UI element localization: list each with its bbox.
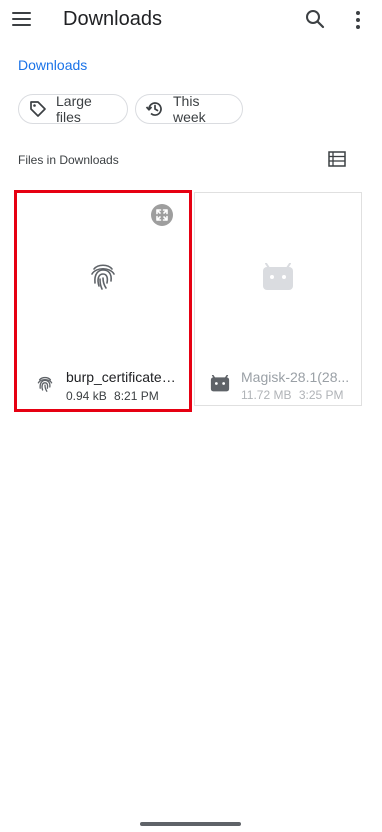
file-time: 8:21 PM (114, 389, 159, 403)
file-thumbnail (195, 193, 361, 363)
chip-this-week[interactable]: This week (135, 93, 243, 125)
fingerprint-icon (36, 375, 54, 393)
chip-label: Large files (56, 93, 92, 125)
file-size: 0.94 kB (66, 389, 107, 403)
file-thumbnail (17, 193, 189, 363)
chip-label: This week (173, 93, 206, 125)
file-card-magisk[interactable]: Magisk-28.1(28... 11.72 MB 3:25 PM (194, 192, 362, 406)
file-meta: 11.72 MB 3:25 PM (241, 388, 344, 402)
page-title: Downloads (63, 8, 162, 30)
file-name: Magisk-28.1(28... (241, 369, 350, 385)
breadcrumb[interactable]: Downloads (18, 57, 87, 73)
tag-icon (28, 99, 48, 119)
file-meta: 0.94 kB 8:21 PM (66, 389, 159, 403)
search-icon[interactable] (304, 8, 326, 30)
menu-icon[interactable] (11, 8, 33, 30)
top-app-bar: Downloads (0, 0, 382, 40)
section-label: Files in Downloads (18, 153, 119, 167)
history-icon (145, 99, 165, 119)
file-card-burp-certificate[interactable]: burp_certificate.... 0.94 kB 8:21 PM (14, 190, 192, 412)
file-name: burp_certificate.... (66, 369, 176, 385)
android-icon (210, 374, 230, 392)
android-icon (262, 262, 294, 291)
gesture-nav-handle[interactable] (140, 822, 241, 826)
list-view-icon[interactable] (328, 151, 346, 167)
file-size: 11.72 MB (241, 388, 292, 402)
chip-large-files[interactable]: Large files (18, 93, 128, 125)
fingerprint-icon (88, 261, 118, 291)
more-options-icon[interactable] (350, 9, 366, 31)
file-time: 3:25 PM (298, 388, 344, 402)
expand-preview-icon[interactable] (151, 204, 173, 226)
